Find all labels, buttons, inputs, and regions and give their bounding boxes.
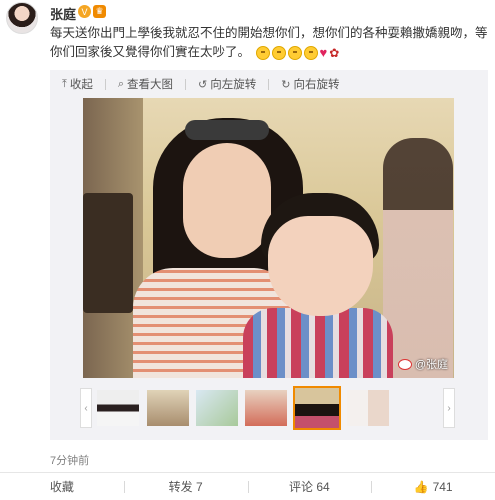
kiss-emoji-icon	[287, 45, 302, 60]
smile-emoji-icon	[303, 45, 318, 60]
like-count: 741	[432, 479, 453, 494]
toolbar-divider	[104, 78, 106, 90]
photo-boy-shirt	[243, 308, 393, 378]
thumbnail[interactable]	[245, 390, 287, 426]
emoji-row: ♥ ✿	[255, 44, 340, 60]
watermark-text: @张庭	[414, 359, 448, 371]
rotate-right-label: 向右旋转	[293, 79, 340, 91]
thumbs-next-button[interactable]: ›	[443, 388, 455, 428]
photo-girl	[383, 138, 453, 378]
toolbar-divider	[185, 78, 187, 90]
thumbnail[interactable]	[196, 390, 238, 426]
shy-emoji-icon	[271, 45, 286, 60]
magnifier-icon: ⌕	[117, 77, 125, 90]
rotate-left-icon: ↺	[198, 78, 208, 91]
timestamp[interactable]: 7分钟前	[50, 452, 89, 468]
photo-boy-face	[268, 216, 373, 316]
thumbnail[interactable]	[147, 390, 189, 426]
thumbnail-active[interactable]	[293, 386, 341, 430]
rotate-left-button[interactable]: ↺ 向左旋转	[198, 76, 256, 92]
main-photo[interactable]: @张庭	[83, 98, 454, 378]
view-large-button[interactable]: ⌕ 查看大图	[118, 76, 173, 92]
toolbar-divider	[268, 78, 270, 90]
chevron-left-icon: ‹	[84, 402, 88, 414]
thumbs-prev-button[interactable]: ‹	[80, 388, 92, 428]
photo-watermark: @张庭	[397, 356, 448, 372]
view-large-label: 查看大图	[127, 79, 174, 91]
repost-label: 转发 7	[168, 480, 203, 494]
thumbnail[interactable]	[347, 390, 389, 426]
rose-icon: ✿	[329, 45, 340, 60]
heart-icon: ♥	[319, 44, 328, 60]
collapse-label: 收起	[69, 79, 93, 91]
action-bar: 收藏 转发 7 评论 64 👍 741	[0, 472, 495, 500]
comment-label: 评论 64	[289, 480, 330, 494]
collapse-button[interactable]: ⤒ 收起	[62, 76, 93, 92]
crown-icon: ♛	[93, 5, 106, 18]
photo-chair	[83, 193, 133, 313]
v-badge-icon: V	[78, 5, 91, 18]
photo-woman-face	[183, 143, 271, 258]
thumbnail[interactable]	[97, 390, 139, 426]
thumbnail-strip: ‹ ›	[50, 386, 488, 430]
laugh-emoji-icon	[255, 45, 270, 60]
weibo-logo-icon	[397, 358, 412, 370]
media-toolbar: ⤒ 收起 ⌕ 查看大图 ↺ 向左旋转 ↻ 向右旋转	[50, 70, 488, 98]
post-text: 每天送你出門上學後我就忍不住的開始想你们，想你们的各种耍賴撒嬌親吻，等你们回家後…	[50, 24, 490, 62]
username[interactable]: 张庭	[50, 4, 76, 23]
repost-button[interactable]: 转发 7	[123, 473, 248, 500]
favorite-button[interactable]: 收藏	[0, 473, 124, 500]
chevron-right-icon: ›	[447, 402, 451, 414]
avatar[interactable]	[6, 2, 38, 34]
rotate-right-button[interactable]: ↻ 向右旋转	[281, 76, 339, 92]
thumbs-up-icon: 👍	[413, 479, 429, 494]
collapse-icon: ⤒	[62, 77, 67, 90]
media-viewer: ⤒ 收起 ⌕ 查看大图 ↺ 向左旋转 ↻ 向右旋转 @张庭 ‹ ›	[50, 70, 488, 440]
like-button[interactable]: 👍 741	[371, 473, 495, 500]
rotate-left-label: 向左旋转	[210, 79, 257, 91]
rotate-right-icon: ↻	[281, 78, 291, 91]
comment-button[interactable]: 评论 64	[247, 473, 372, 500]
photo-sunglasses	[185, 120, 269, 140]
favorite-label: 收藏	[49, 480, 74, 494]
